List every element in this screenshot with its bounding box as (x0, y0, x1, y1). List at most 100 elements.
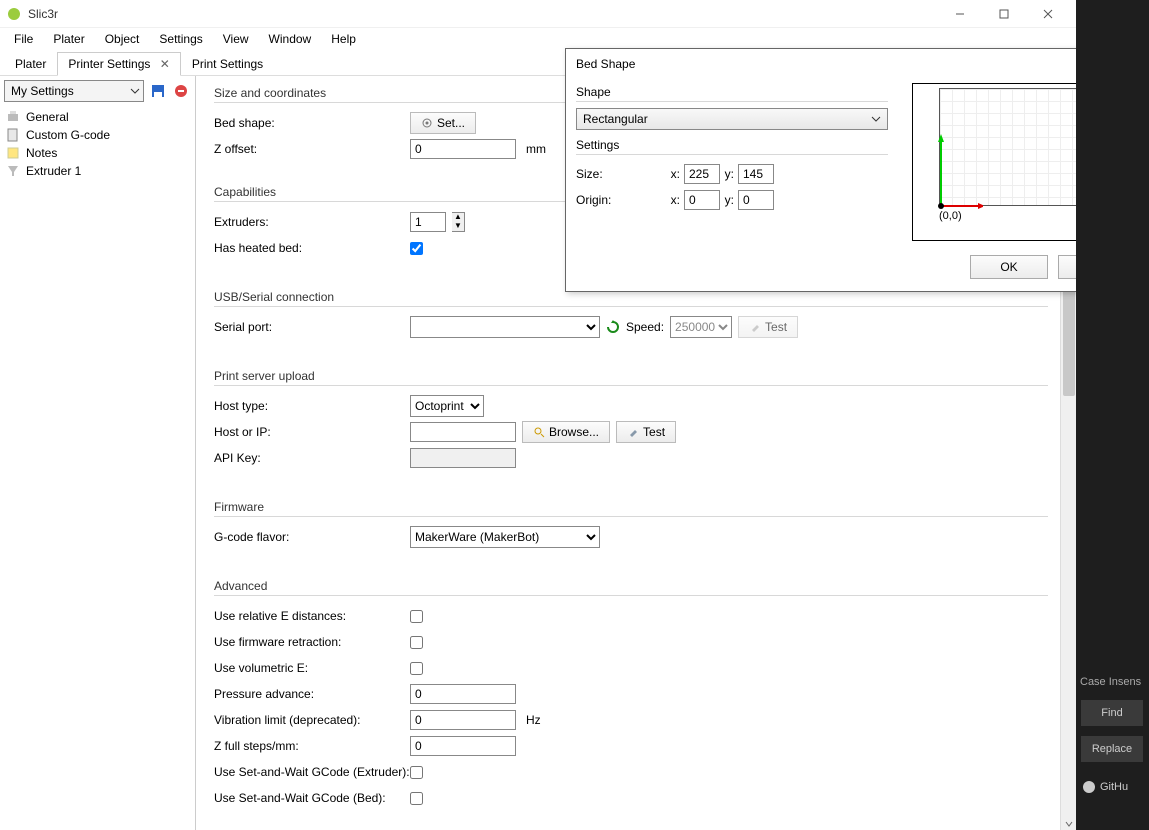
section-usb-title: USB/Serial connection (214, 290, 1048, 304)
github-icon (1082, 780, 1096, 794)
bed-shape-label: Bed shape: (214, 116, 410, 130)
ok-button[interactable]: OK (970, 255, 1048, 279)
extruders-input[interactable] (410, 212, 446, 232)
menu-view[interactable]: View (213, 30, 259, 48)
host-type-select[interactable]: Octoprint (410, 395, 484, 417)
saw-ext-label: Use Set-and-Wait GCode (Extruder): (214, 765, 410, 779)
saw-ext-checkbox[interactable] (410, 766, 423, 779)
z-offset-label: Z offset: (214, 142, 410, 156)
github-label: GitHu (1100, 781, 1128, 793)
sidebar-item-label: Custom G-code (26, 128, 110, 142)
delete-preset-button[interactable] (172, 81, 191, 101)
gear-icon (421, 117, 433, 129)
y-prefix: y: (720, 193, 738, 207)
heated-bed-checkbox[interactable] (410, 242, 423, 255)
tab-close-icon[interactable]: ✕ (160, 57, 170, 71)
pressure-input[interactable] (410, 684, 516, 704)
dialog-titlebar: Bed Shape (566, 49, 1148, 79)
sidebar-item-label: Notes (26, 146, 57, 160)
printer-icon (6, 110, 20, 124)
vibration-input[interactable] (410, 710, 516, 730)
speed-label: Speed: (626, 320, 664, 334)
menu-window[interactable]: Window (259, 30, 322, 48)
search-icon (533, 426, 545, 438)
shape-value: Rectangular (583, 112, 648, 126)
sidebar-item-notes[interactable]: Notes (0, 144, 195, 162)
btn-label: Test (765, 320, 787, 334)
section-upload-title: Print server upload (214, 369, 1048, 383)
maximize-button[interactable] (982, 1, 1026, 27)
origin-x-input[interactable] (684, 190, 720, 210)
x-prefix: x: (666, 193, 684, 207)
btn-label: Set... (437, 116, 465, 130)
sidebar-item-general[interactable]: General (0, 108, 195, 126)
browse-button[interactable]: Browse... (522, 421, 610, 443)
serial-test-button[interactable]: Test (738, 316, 798, 338)
preset-label: My Settings (11, 84, 74, 98)
sidebar: My Settings General Custom G-code Notes (0, 76, 196, 830)
api-key-input[interactable] (410, 448, 516, 468)
tab-print-settings[interactable]: Print Settings (181, 52, 274, 76)
heated-bed-label: Has heated bed: (214, 241, 410, 255)
btn-label: Find (1101, 707, 1122, 719)
zfull-input[interactable] (410, 736, 516, 756)
size-label: Size: (576, 167, 666, 181)
titlebar: Slic3r (0, 0, 1076, 28)
vol-e-checkbox[interactable] (410, 662, 423, 675)
size-y-input[interactable] (738, 164, 774, 184)
size-x-input[interactable] (684, 164, 720, 184)
host-ip-input[interactable] (410, 422, 516, 442)
btn-label: OK (1000, 260, 1017, 274)
origin-text: (0,0) (939, 210, 962, 222)
sidebar-item-label: Extruder 1 (26, 164, 81, 178)
vol-e-label: Use volumetric E: (214, 661, 410, 675)
bed-shape-set-button[interactable]: Set... (410, 112, 476, 134)
serial-port-select[interactable] (410, 316, 600, 338)
sidebar-item-extruder1[interactable]: Extruder 1 (0, 162, 195, 180)
note-icon (6, 146, 20, 160)
spinner-buttons[interactable]: ▲▼ (452, 212, 465, 232)
saw-bed-checkbox[interactable] (410, 792, 423, 805)
menu-settings[interactable]: Settings (149, 30, 212, 48)
tab-printer-settings[interactable]: Printer Settings ✕ (57, 52, 180, 76)
fw-retract-label: Use firmware retraction: (214, 635, 410, 649)
chevron-down-icon (130, 86, 140, 96)
save-preset-button[interactable] (148, 81, 167, 101)
wrench-icon (627, 426, 639, 438)
menu-help[interactable]: Help (321, 30, 366, 48)
menu-object[interactable]: Object (95, 30, 150, 48)
minimize-button[interactable] (938, 1, 982, 27)
close-button[interactable] (1026, 1, 1070, 27)
section-firmware-title: Firmware (214, 500, 1048, 514)
fw-retract-checkbox[interactable] (410, 636, 423, 649)
case-text: Case Insens (1080, 676, 1141, 688)
tab-plater[interactable]: Plater (4, 52, 57, 76)
pressure-label: Pressure advance: (214, 687, 410, 701)
shape-combo[interactable]: Rectangular (576, 108, 888, 130)
btn-label: Replace (1092, 743, 1132, 755)
replace-button[interactable]: Replace (1081, 736, 1143, 762)
chevron-down-icon[interactable] (1065, 820, 1073, 828)
menu-plater[interactable]: Plater (43, 30, 94, 48)
file-icon (6, 128, 20, 142)
api-key-label: API Key: (214, 451, 410, 465)
speed-select[interactable]: 250000 (670, 316, 732, 338)
vibration-unit: Hz (526, 713, 541, 727)
window-title: Slic3r (28, 7, 58, 21)
sidebar-item-gcode[interactable]: Custom G-code (0, 126, 195, 144)
refresh-icon[interactable] (606, 320, 620, 334)
preset-select[interactable]: My Settings (4, 80, 144, 102)
github-link[interactable]: GitHu (1082, 780, 1128, 794)
app-icon (6, 6, 22, 22)
find-button[interactable]: Find (1081, 700, 1143, 726)
rel-e-checkbox[interactable] (410, 610, 423, 623)
funnel-icon (6, 164, 20, 178)
z-offset-input[interactable] (410, 139, 516, 159)
gcode-flavor-select[interactable]: MakerWare (MakerBot) (410, 526, 600, 548)
origin-y-input[interactable] (738, 190, 774, 210)
rel-e-label: Use relative E distances: (214, 609, 410, 623)
upload-test-button[interactable]: Test (616, 421, 676, 443)
menu-file[interactable]: File (4, 30, 43, 48)
axis-arrows (933, 84, 983, 224)
btn-label: Test (643, 425, 665, 439)
